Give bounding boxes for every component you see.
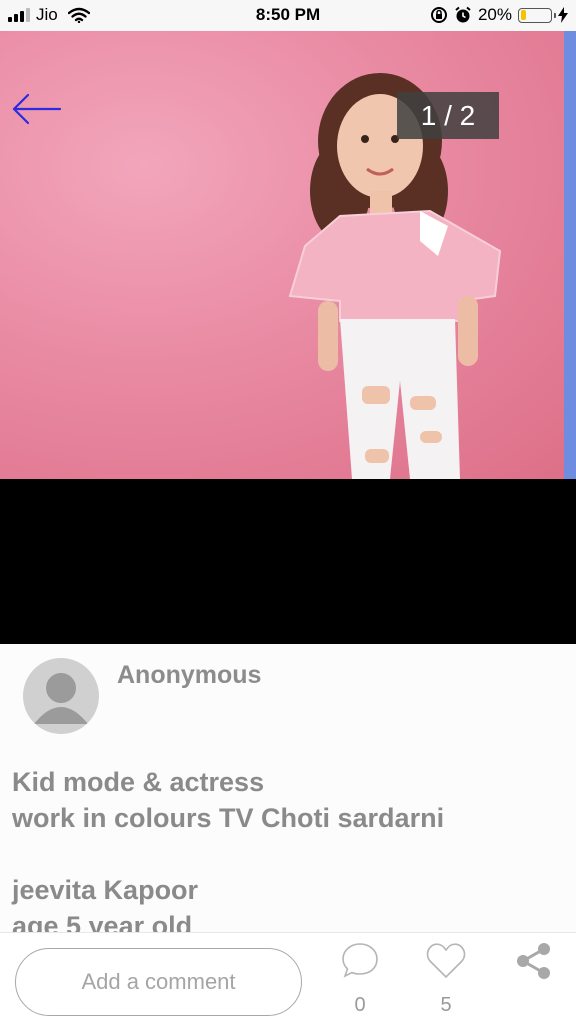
post-text: Kid mode & actress work in colours TV Ch… xyxy=(12,764,568,932)
post-line-blank xyxy=(12,836,568,872)
share-button[interactable] xyxy=(503,941,563,986)
status-right: 20% xyxy=(430,5,568,25)
back-arrow-icon[interactable] xyxy=(10,91,62,127)
like-button[interactable]: 5 xyxy=(416,941,476,1017)
post-line: jeevita Kapoor xyxy=(12,875,199,905)
orientation-lock-icon xyxy=(430,7,447,23)
battery-icon xyxy=(518,7,556,23)
avatar[interactable] xyxy=(23,658,99,734)
charging-bolt-icon xyxy=(558,7,568,23)
post-line: work in colours TV Choti sardarni xyxy=(12,803,445,833)
post-content: Anonymous Kid mode & actress work in col… xyxy=(0,644,576,932)
post-photo[interactable]: 1 / 2 xyxy=(0,31,576,479)
comment-button[interactable]: 0 xyxy=(330,941,390,1017)
next-photo-peek[interactable] xyxy=(564,31,576,479)
like-count: 5 xyxy=(440,994,452,1016)
comment-input[interactable] xyxy=(15,948,302,1016)
battery-percent: 20% xyxy=(477,5,512,24)
post-author[interactable]: Anonymous xyxy=(117,661,261,690)
bottom-action-bar: 0 5 xyxy=(0,932,576,1025)
photo-counter: 1 / 2 xyxy=(397,92,499,139)
comment-count: 0 xyxy=(354,994,366,1016)
comment-bubble-icon xyxy=(342,943,378,978)
photo-letterbox xyxy=(0,479,576,644)
post-line: Kid mode & actress xyxy=(12,767,265,797)
battery-fill xyxy=(520,10,527,20)
alarm-icon xyxy=(455,6,471,23)
status-bar: Jio 8:50 PM 20% xyxy=(0,0,576,31)
share-icon xyxy=(517,943,550,979)
heart-icon xyxy=(426,943,466,979)
post-line: age 5 year old xyxy=(12,911,193,932)
user-placeholder-icon xyxy=(34,673,88,724)
